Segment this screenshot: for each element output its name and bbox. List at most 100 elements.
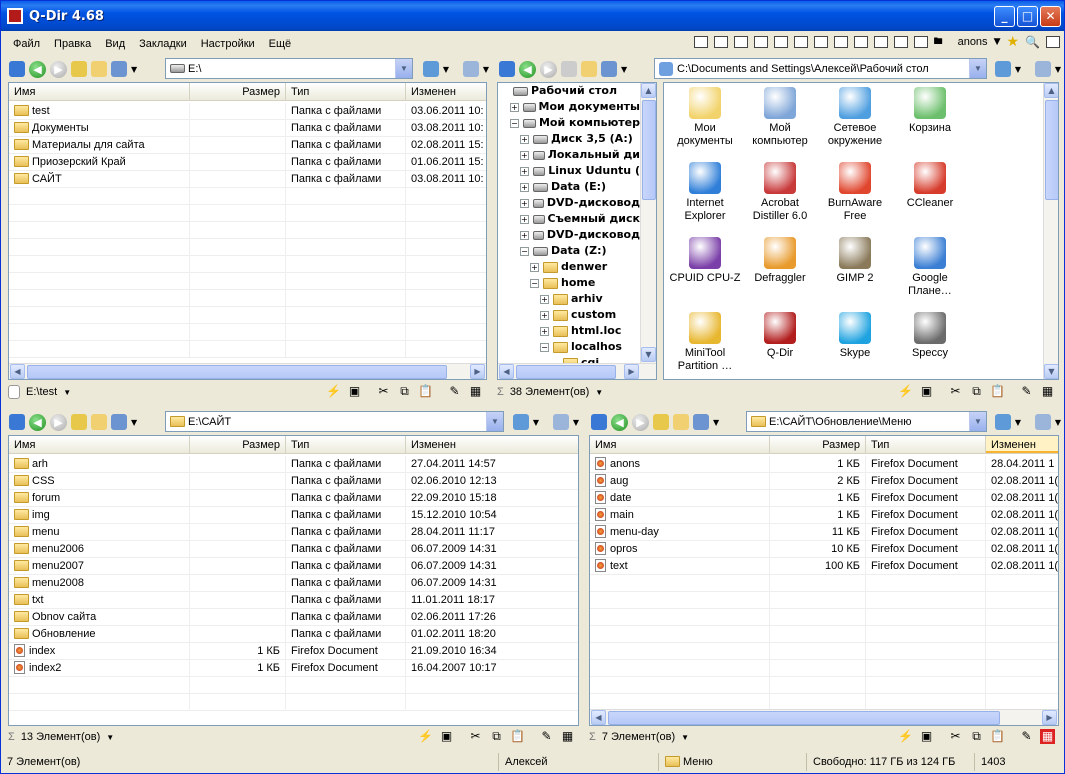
paste-icon[interactable]: 📋 (418, 384, 433, 399)
table-row[interactable]: menu Папка с файлами 28.04.2011 11:17 (9, 523, 578, 541)
pane1-address-bar[interactable]: E:\ ▼ (165, 58, 413, 79)
tree-node[interactable]: + custom (500, 307, 640, 323)
menu-more[interactable]: Ещё (262, 38, 299, 50)
refresh-icon[interactable] (423, 61, 439, 77)
address-dropdown-icon[interactable]: ▼ (969, 59, 986, 78)
cut-icon[interactable]: ✂ (948, 384, 963, 399)
pane1-hscroll[interactable]: ◀ ▶ (9, 363, 486, 379)
scroll-down-icon[interactable]: ▼ (641, 347, 656, 362)
tools-dropdown-icon[interactable]: ▼ (443, 65, 449, 74)
expand-icon[interactable]: + (520, 230, 529, 240)
col-size[interactable]: Размер (770, 436, 866, 453)
favorites-icon[interactable] (1035, 61, 1051, 77)
maximize-button[interactable]: □ (1017, 6, 1038, 27)
col-type[interactable]: Тип (286, 436, 406, 453)
favorites-star-icon[interactable]: ★ (1006, 34, 1019, 50)
refresh-icon[interactable] (995, 61, 1011, 77)
address-dropdown-icon[interactable]: ▼ (969, 412, 986, 431)
pane1-list[interactable]: Имя Размер Тип Изменен test Папка с файла… (8, 82, 487, 380)
lightning-icon[interactable]: ⚡ (898, 384, 913, 399)
user-dropdown-icon[interactable]: ▼ (994, 37, 1001, 47)
properties-icon[interactable]: ▦ (560, 729, 575, 744)
favorites-icon[interactable] (463, 61, 479, 77)
table-row[interactable]: aug 2 КБ Firefox Document 02.08.2011 1( (590, 472, 1058, 490)
table-row[interactable]: img Папка с файлами 15.12.2010 10:54 (9, 506, 578, 524)
paste-icon[interactable]: 📋 (510, 729, 525, 744)
favorites-icon[interactable] (553, 414, 569, 430)
tree-node[interactable]: + DVD-дисковод (500, 195, 640, 211)
tree-node[interactable]: − Мой компьютер (500, 115, 640, 131)
desktop-item[interactable]: Speccy (893, 312, 967, 360)
expand-icon[interactable]: + (540, 326, 549, 336)
tree-node[interactable]: + Мои документы (500, 99, 640, 115)
col-type[interactable]: Тип (286, 83, 406, 100)
cut-icon[interactable]: ✂ (468, 729, 483, 744)
desktop-item[interactable]: CCleaner (893, 162, 967, 210)
layout-1a-icon[interactable] (853, 36, 868, 48)
expand-icon[interactable]: + (520, 134, 529, 144)
pane4-list[interactable]: Имя Размер Тип Изменен anons 1 КБ Firefox … (589, 435, 1059, 726)
tree-node[interactable]: + DVD-дисковод (500, 227, 640, 243)
copy-icon[interactable]: ⧉ (397, 384, 412, 399)
new-folder-icon[interactable] (91, 61, 107, 77)
tree-node[interactable]: + Локальный ди (500, 147, 640, 163)
scroll-left-icon[interactable]: ◀ (499, 364, 514, 379)
properties-icon[interactable]: ▦ (468, 384, 483, 399)
desktop-item[interactable]: Defraggler (743, 237, 817, 285)
table-row[interactable]: index2 1 КБ Firefox Document 16.04.2007 10:… (9, 659, 578, 677)
back-icon[interactable]: ◀ (29, 60, 46, 78)
table-row[interactable]: menu2008 Папка с файлами 06.07.2009 14:31 (9, 574, 578, 592)
collapse-icon[interactable]: − (520, 246, 529, 256)
table-row[interactable]: menu-day 11 КБ Firefox Document 02.08.2011 … (590, 523, 1058, 541)
up-folder-icon[interactable] (653, 414, 669, 430)
tree-node[interactable]: + html.loc (500, 323, 640, 339)
table-row[interactable]: CSS Папка с файлами 02.06.2010 12:13 (9, 472, 578, 490)
scroll-right-icon[interactable]: ▶ (624, 364, 639, 379)
menu-file[interactable]: Файл (6, 38, 47, 50)
layout-2d-icon[interactable] (833, 36, 848, 48)
pane-view-icon[interactable] (9, 61, 25, 77)
col-size[interactable]: Размер (190, 436, 286, 453)
view-dropdown-icon[interactable]: ▼ (131, 418, 137, 427)
scroll-thumb[interactable] (608, 711, 1000, 725)
pane3-list[interactable]: Имя Размер Тип Изменен arh Папка с файлам… (8, 435, 579, 726)
pane-view-icon[interactable] (499, 61, 515, 77)
col-modified[interactable]: Изменен (406, 436, 578, 453)
table-row[interactable]: test Папка с файлами 03.06.2011 10: (9, 102, 486, 120)
menu-edit[interactable]: Правка (47, 38, 98, 50)
icons-vscroll[interactable]: ▲ ▼ (1043, 83, 1058, 379)
pane4-address-bar[interactable]: E:\САЙТ\Обновление\Меню ▼ (746, 411, 987, 432)
tree-node[interactable]: − localhos (500, 339, 640, 355)
cut-icon[interactable]: ✂ (376, 384, 391, 399)
tree-node[interactable]: + Диск 3,5 (A:) (500, 131, 640, 147)
table-row[interactable]: main 1 КБ Firefox Document 02.08.2011 1( (590, 506, 1058, 524)
forward-icon[interactable]: ▶ (50, 60, 67, 78)
layout-1c-icon[interactable] (893, 36, 908, 48)
col-type[interactable]: Тип (866, 436, 986, 453)
expand-icon[interactable]: + (520, 198, 529, 208)
scroll-thumb[interactable] (642, 100, 656, 200)
status-dropdown-icon[interactable]: ▼ (106, 733, 114, 742)
properties-icon[interactable]: ▦ (1040, 384, 1055, 399)
tree-node[interactable]: + Съемный диск (500, 211, 640, 227)
expand-icon[interactable]: + (520, 166, 529, 176)
new-folder-icon[interactable] (673, 414, 689, 430)
collapse-icon[interactable]: − (530, 278, 539, 288)
forward-icon[interactable]: ▶ (540, 60, 557, 78)
rename-icon[interactable]: ✎ (539, 729, 554, 744)
tools-dropdown-icon[interactable]: ▼ (533, 418, 539, 427)
rename-icon[interactable]: ✎ (1019, 729, 1034, 744)
expand-icon[interactable]: + (510, 102, 519, 112)
up-folder-icon[interactable] (71, 61, 87, 77)
tree-node[interactable]: + Linux Udunt​u ( (500, 163, 640, 179)
table-row[interactable]: text 100 КБ Firefox Document 02.08.2011 1( (590, 557, 1058, 575)
minimize-button[interactable]: _ (994, 6, 1015, 27)
copy-icon[interactable]: ⧉ (969, 729, 984, 744)
tools-dropdown-icon[interactable]: ▼ (1015, 418, 1021, 427)
rename-icon[interactable]: ✎ (1019, 384, 1034, 399)
expand-icon[interactable]: + (540, 310, 549, 320)
scroll-left-icon[interactable]: ◀ (10, 364, 25, 379)
favorites-dropdown-icon[interactable]: ▼ (1055, 418, 1061, 427)
view-mode-icon[interactable] (601, 61, 617, 77)
scroll-thumb[interactable] (516, 365, 616, 379)
